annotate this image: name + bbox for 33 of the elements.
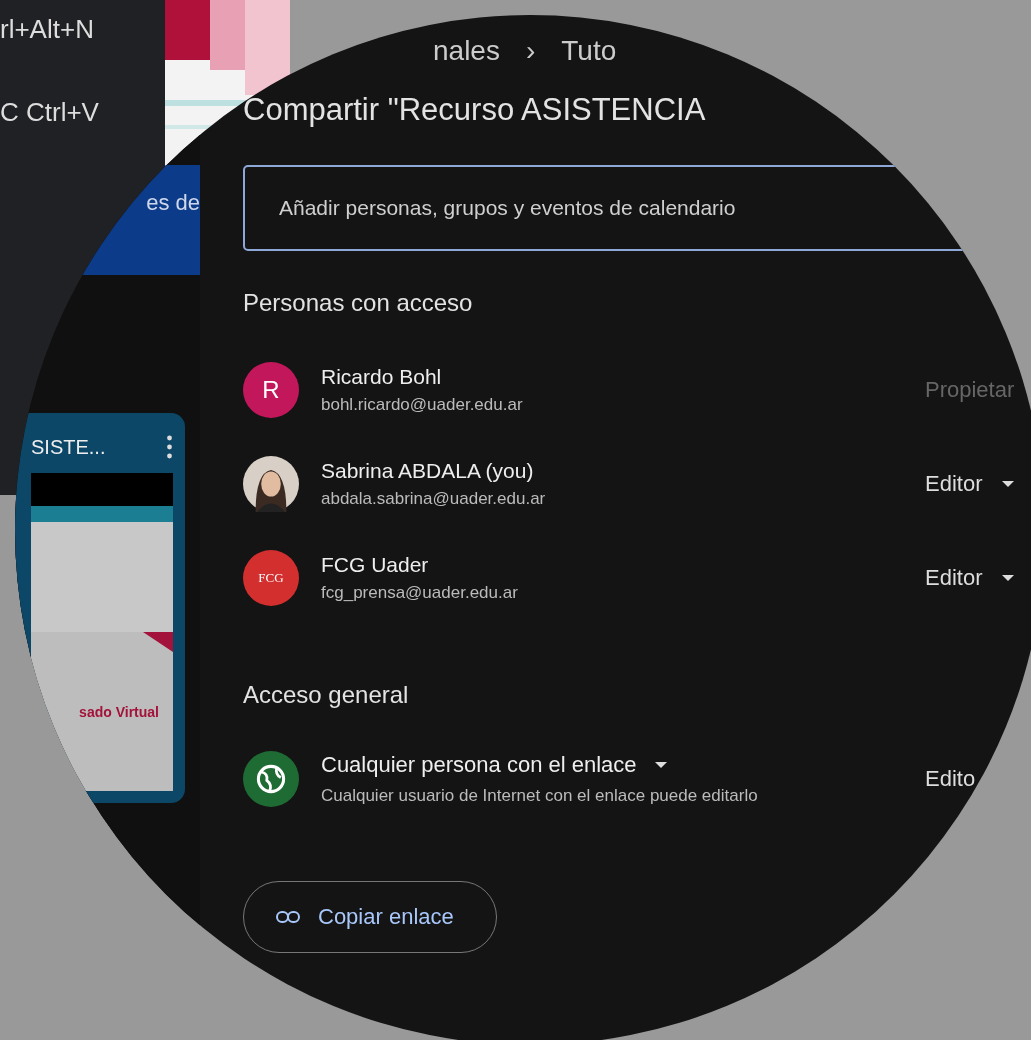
- person-name: Ricardo Bohl: [321, 365, 443, 389]
- dropdown-icon: [654, 762, 667, 768]
- person-name: Sabrina ABDALA (you): [321, 459, 535, 483]
- triangle-icon: [143, 632, 173, 652]
- role-dropdown[interactable]: Edito: [925, 766, 976, 792]
- globe-icon: [243, 751, 299, 807]
- breadcrumb-item[interactable]: nales: [433, 35, 500, 65]
- menu-shortcut[interactable]: C Ctrl+V: [0, 97, 165, 128]
- link-icon: [276, 911, 300, 923]
- menu-shortcut[interactable]: rl+Alt+N: [0, 14, 165, 45]
- role-label: Propietar: [925, 377, 1015, 403]
- role-dropdown[interactable]: Editor: [925, 565, 1015, 591]
- access-dropdown[interactable]: Cualquier persona con el enlace: [321, 752, 921, 778]
- breadcrumb-item[interactable]: Tuto: [561, 35, 617, 65]
- role-dropdown[interactable]: Editor: [925, 471, 1015, 497]
- access-description: Cualquier usuario de Internet con el enlace puede editarlo: [321, 786, 759, 806]
- person-name: FCG Uader: [321, 553, 430, 577]
- avatar: FCG: [243, 550, 299, 606]
- file-card[interactable]: SISTE... sado Virtual: [15, 413, 185, 803]
- more-icon[interactable]: [166, 435, 173, 459]
- dialog-title: Compartir "Recurso ASISTENCIA: [243, 92, 707, 128]
- person-email: abdala.sabrina@uader.edu.ar: [321, 489, 547, 509]
- person-email: bohl.ricardo@uader.edu.ar: [321, 395, 524, 415]
- dropdown-icon: [1002, 575, 1015, 581]
- section-heading: Acceso general: [243, 681, 410, 709]
- breadcrumb-item[interactable]: ›: [525, 35, 536, 65]
- avatar: R: [243, 362, 299, 418]
- thumbnail-text: sado Virtual: [79, 703, 159, 720]
- banner-text: es de: [146, 190, 200, 216]
- file-title: SISTE...: [31, 435, 106, 459]
- section-heading: Personas con acceso: [243, 289, 474, 317]
- person-email: fcg_prensa@uader.edu.ar: [321, 583, 519, 603]
- dropdown-icon: [1002, 481, 1015, 487]
